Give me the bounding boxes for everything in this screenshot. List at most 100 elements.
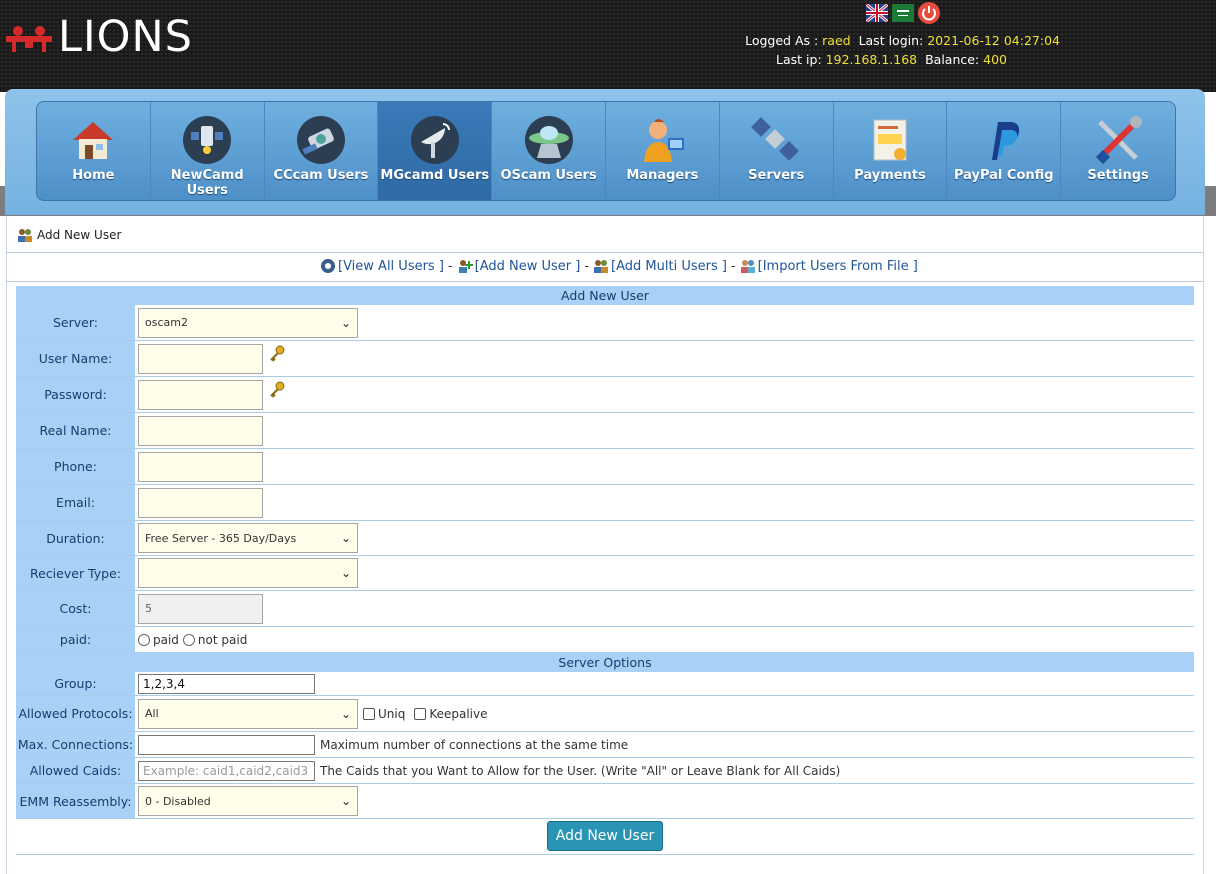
nav-paypal-config[interactable]: PayPal Config	[947, 102, 1062, 200]
radio-button[interactable]	[138, 633, 150, 646]
uk-flag-icon[interactable]	[866, 4, 888, 22]
phone-input[interactable]	[138, 451, 263, 482]
nav-newcamd-users[interactable]: NewCamd Users	[151, 102, 265, 200]
checkbox[interactable]	[414, 707, 427, 720]
manager-icon	[644, 119, 685, 162]
link-separator: -	[447, 258, 453, 274]
emm-select[interactable]: 0 - Disabled ⌄	[138, 786, 358, 816]
add-new-user-link[interactable]: [Add New User ]	[475, 259, 581, 274]
submit-row: Add New User	[16, 819, 1194, 855]
duration-row: Duration: Free Server - 365 Day/Days ⌄	[16, 521, 1194, 556]
paypal-icon	[991, 122, 1019, 160]
username-input[interactable]	[138, 343, 263, 374]
add-new-user-button[interactable]: Add New User	[547, 821, 663, 851]
paid-label: paid:	[16, 627, 136, 652]
nav-mgcamd-users[interactable]: MGcamd Users	[378, 102, 493, 200]
duration-label: Duration:	[16, 521, 136, 555]
import-users-link[interactable]: [Import Users From File ]	[758, 259, 918, 274]
not-paid-radio[interactable]: not paid	[182, 632, 248, 647]
nav-cccam-users[interactable]: CCcam Users	[265, 102, 379, 200]
group-label: Group:	[16, 672, 136, 695]
max-connections-help: Maximum number of connections at the sam…	[320, 737, 629, 752]
saudi-flag-icon[interactable]	[892, 4, 914, 22]
key-icon[interactable]	[268, 381, 286, 399]
realname-input[interactable]	[138, 415, 263, 446]
form-section-title: Add New User	[16, 286, 1194, 305]
checkbox[interactable]	[363, 707, 375, 720]
receiver-select[interactable]: ⌄	[138, 558, 358, 588]
caids-row: Allowed Caids: Example: caid1,caid2,caid…	[16, 758, 1194, 784]
server-select[interactable]: oscam2 ⌄	[138, 307, 358, 338]
logged-as-label: Logged As :	[745, 33, 819, 48]
nav-settings[interactable]: Settings	[1061, 102, 1175, 200]
nav-oscam-users[interactable]: OScam Users	[492, 102, 606, 200]
emm-row: EMM Reassembly: 0 - Disabled ⌄	[16, 784, 1194, 819]
logo-text: LIONS	[58, 12, 193, 62]
max-connections-input[interactable]	[138, 734, 315, 755]
nav-payments[interactable]: Payments	[834, 102, 948, 200]
add-multi-users-link[interactable]: [Add Multi Users ]	[611, 259, 727, 274]
username-row: User Name:	[16, 341, 1194, 377]
divider	[6, 252, 1204, 253]
nav-managers[interactable]: Managers	[606, 102, 720, 200]
max-connections-label: Max. Connections:	[16, 732, 136, 757]
nav-label: Payments	[854, 168, 926, 183]
nav-label: NewCamd Users	[170, 168, 244, 198]
satellite-icon	[296, 116, 345, 164]
logout-power-icon[interactable]	[918, 2, 940, 24]
power-icon	[922, 6, 936, 21]
login-info: Logged As : raed Last login: 2021-06-12 …	[700, 33, 1060, 48]
server-satellite-icon	[751, 117, 800, 161]
email-input[interactable]	[138, 487, 263, 518]
users-icon	[18, 229, 32, 242]
content-border-right	[1203, 216, 1204, 874]
balance-value: 400	[983, 52, 1007, 67]
cost-row: Cost: 5	[16, 591, 1194, 627]
divider	[6, 281, 1204, 282]
view-all-users-link[interactable]: [View All Users ]	[338, 259, 444, 274]
caids-input[interactable]: Example: caid1,caid2,caid3	[138, 760, 315, 781]
last-login-value: 2021-06-12 04:27:04	[927, 33, 1060, 48]
uniq-checkbox[interactable]: Uniq	[363, 707, 405, 721]
ufo-icon	[524, 116, 573, 164]
duration-select[interactable]: Free Server - 365 Day/Days ⌄	[138, 523, 358, 553]
ip-balance-info: Last ip: 192.168.1.168 Balance: 400	[700, 52, 1007, 67]
multi-users-icon	[594, 260, 609, 273]
server-row: Server: oscam2 ⌄	[16, 305, 1194, 341]
emm-select-value: 0 - Disabled	[145, 794, 211, 808]
main-nav: Home NewCamd Users CCcam Users MGcamd Us…	[36, 101, 1176, 201]
nav-servers[interactable]: Servers	[720, 102, 834, 200]
paid-row: paid: paid not paid	[16, 627, 1194, 653]
protocols-row: Allowed Protocols: All ⌄ Uniq Keepalive	[16, 696, 1194, 732]
antenna-icon	[410, 116, 459, 164]
import-users-icon	[740, 260, 755, 273]
server-options-title: Server Options	[16, 653, 1194, 672]
link-separator: -	[584, 258, 590, 274]
protocols-select[interactable]: All ⌄	[138, 698, 358, 729]
nav-home[interactable]: Home	[37, 102, 151, 200]
not-paid-option-label: not paid	[197, 632, 248, 647]
radio-button[interactable]	[182, 633, 195, 646]
receiver-row: Reciever Type: ⌄	[16, 556, 1194, 591]
key-icon[interactable]	[268, 345, 286, 363]
paid-option-label: paid	[153, 632, 179, 647]
group-input[interactable]: 1,2,3,4	[138, 673, 315, 694]
password-input[interactable]	[138, 379, 263, 410]
realname-label: Real Name:	[16, 413, 136, 448]
house-icon	[73, 122, 114, 159]
receiver-label: Reciever Type:	[16, 556, 136, 590]
breadcrumb-text: Add New User	[37, 228, 122, 242]
balance-label: Balance:	[925, 52, 980, 67]
nav-label: Settings	[1087, 168, 1149, 183]
chevron-down-icon: ⌄	[340, 566, 351, 580]
nav-label: CCcam Users	[273, 168, 369, 183]
nav-label: Home	[72, 168, 115, 183]
add-user-icon	[458, 260, 473, 273]
keepalive-label: Keepalive	[429, 706, 488, 721]
keepalive-checkbox[interactable]: Keepalive	[414, 706, 488, 721]
phone-row: Phone:	[16, 449, 1194, 485]
logo[interactable]: LIONS	[6, 12, 193, 62]
paid-radio[interactable]: paid	[138, 633, 179, 647]
last-ip-label: Last ip:	[776, 52, 822, 67]
phone-label: Phone:	[16, 449, 136, 484]
